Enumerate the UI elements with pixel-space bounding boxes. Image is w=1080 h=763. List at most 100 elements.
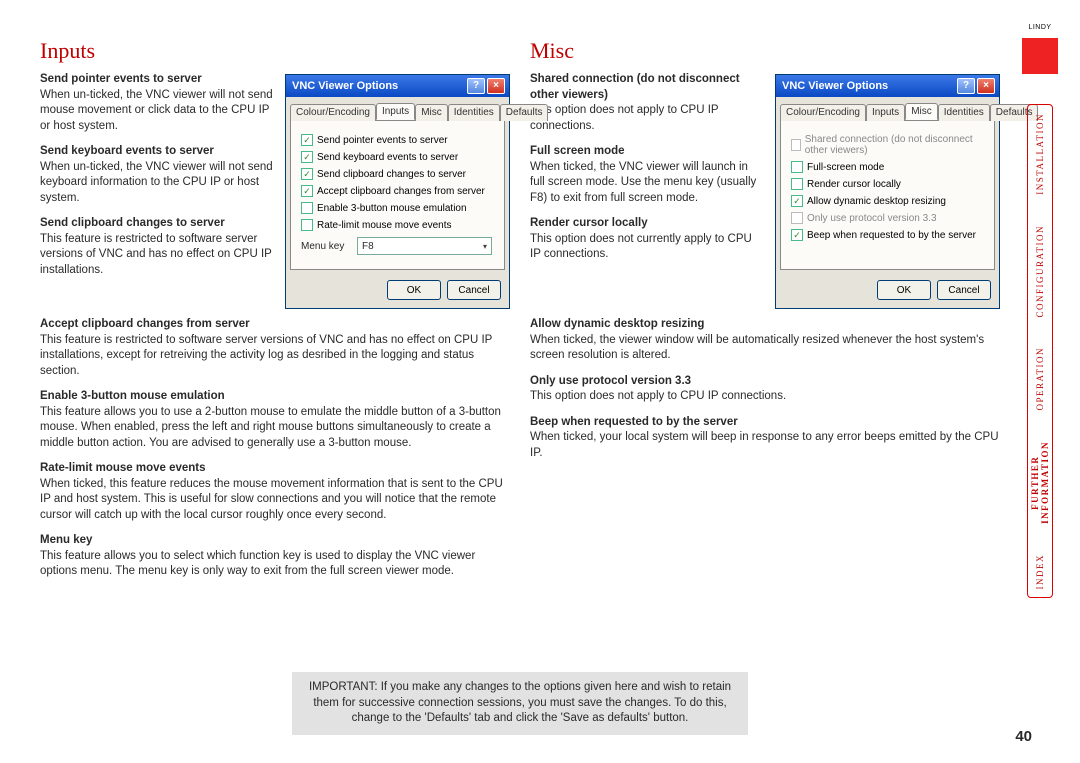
close-icon[interactable]: × bbox=[977, 78, 995, 94]
paragraph: Beep when requested to by the serverWhen… bbox=[530, 415, 1000, 462]
tab-defaults[interactable]: Defaults bbox=[500, 104, 549, 121]
checkbox-icon bbox=[791, 139, 801, 151]
para-body: This feature allows you to select which … bbox=[40, 550, 475, 578]
para-heading: Only use protocol version 3.3 bbox=[530, 374, 1000, 390]
para-body: This feature allows you to use a 2-butto… bbox=[40, 406, 501, 449]
paragraph: Accept clipboard changes from serverThis… bbox=[40, 317, 510, 379]
para-heading: Send keyboard events to server bbox=[40, 144, 275, 160]
paragraph: Shared connection (do not disconnect oth… bbox=[530, 72, 765, 134]
para-heading: Rate-limit mouse move events bbox=[40, 461, 510, 477]
para-heading: Shared connection (do not disconnect oth… bbox=[530, 72, 765, 103]
paragraph: Full screen modeWhen ticked, the VNC vie… bbox=[530, 144, 765, 206]
checkbox-label: Full-screen mode bbox=[807, 162, 884, 173]
checkbox-row[interactable]: ✓ Allow dynamic desktop resizing bbox=[791, 195, 986, 207]
help-icon[interactable]: ? bbox=[467, 78, 485, 94]
para-body: When un-ticked, the VNC viewer will not … bbox=[40, 161, 273, 204]
checkbox-row[interactable]: ✓ Send clipboard changes to server bbox=[301, 168, 496, 180]
checkbox-row[interactable]: ✓ Send keyboard events to server bbox=[301, 151, 496, 163]
tab-misc[interactable]: Misc bbox=[415, 104, 448, 121]
sidebar-item-further[interactable]: FURTHER INFORMATION bbox=[1030, 441, 1050, 524]
para-body: This feature is restricted to software s… bbox=[40, 334, 492, 377]
para-body: This option does not apply to CPU IP con… bbox=[530, 104, 718, 132]
tab-identities[interactable]: Identities bbox=[448, 104, 500, 121]
paragraph: Send clipboard changes to serverThis fea… bbox=[40, 216, 275, 278]
checkbox-icon bbox=[301, 219, 313, 231]
sidebar-item-index[interactable]: INDEX bbox=[1035, 554, 1045, 590]
tab-colourencoding[interactable]: Colour/Encoding bbox=[780, 104, 866, 121]
help-icon[interactable]: ? bbox=[957, 78, 975, 94]
checkbox-row[interactable]: ✓Beep when requested to by the server bbox=[791, 229, 986, 241]
sidebar-item-operation[interactable]: OPERATION bbox=[1035, 347, 1045, 411]
checkbox-label: Allow dynamic desktop resizing bbox=[807, 196, 946, 207]
checkbox-icon: ✓ bbox=[301, 151, 313, 163]
close-icon[interactable]: × bbox=[487, 78, 505, 94]
misc-bottom-text: Allow dynamic desktop resizingWhen ticke… bbox=[530, 309, 1000, 471]
paragraph: Send pointer events to serverWhen un-tic… bbox=[40, 72, 275, 134]
cancel-button[interactable]: Cancel bbox=[937, 280, 991, 300]
checkbox-icon: ✓ bbox=[791, 195, 803, 207]
checkbox-label: Send clipboard changes to server bbox=[317, 169, 466, 180]
para-heading: Send pointer events to server bbox=[40, 72, 275, 88]
page-number: 40 bbox=[1015, 728, 1032, 745]
checkbox-row[interactable]: ✓Accept clipboard changes from server bbox=[301, 185, 496, 197]
checkbox-row[interactable]: ✓Send pointer events to server bbox=[301, 134, 496, 146]
tab-inputs[interactable]: Inputs bbox=[866, 104, 905, 121]
cancel-button[interactable]: Cancel bbox=[447, 280, 501, 300]
inputs-bottom-text: Accept clipboard changes from serverThis… bbox=[40, 309, 510, 590]
tab-misc[interactable]: Misc bbox=[905, 103, 938, 120]
para-heading: Menu key bbox=[40, 533, 510, 549]
brand-text: LINDY bbox=[1028, 24, 1051, 31]
para-heading: Full screen mode bbox=[530, 144, 765, 160]
ok-button[interactable]: OK bbox=[387, 280, 441, 300]
dialog-misc-tabs: Colour/EncodingInputsMiscIdentitiesDefau… bbox=[776, 97, 999, 120]
checkbox-icon bbox=[791, 212, 803, 224]
para-heading: Beep when requested to by the server bbox=[530, 415, 1000, 431]
para-body: When ticked, the viewer window will be a… bbox=[530, 334, 984, 362]
checkbox-icon: ✓ bbox=[301, 168, 313, 180]
checkbox-icon bbox=[791, 161, 803, 173]
sidebar-item-configuration[interactable]: CONFIGURATION bbox=[1035, 225, 1045, 318]
tab-colourencoding[interactable]: Colour/Encoding bbox=[290, 104, 376, 121]
checkbox-label: Shared connection (do not disconnect oth… bbox=[805, 134, 986, 156]
tab-inputs[interactable]: Inputs bbox=[376, 103, 415, 120]
checkbox-row: Shared connection (do not disconnect oth… bbox=[791, 134, 986, 156]
checkbox-label: Send pointer events to server bbox=[317, 135, 448, 146]
menu-key-label: Menu key bbox=[301, 241, 351, 252]
checkbox-icon: ✓ bbox=[791, 229, 803, 241]
chevron-down-icon: ▾ bbox=[483, 242, 487, 251]
para-heading: Enable 3-button mouse emulation bbox=[40, 389, 510, 405]
ok-button[interactable]: OK bbox=[877, 280, 931, 300]
dialog-misc-body: Shared connection (do not disconnect oth… bbox=[780, 120, 995, 270]
checkbox-row[interactable]: Full-screen mode bbox=[791, 161, 986, 173]
dialog-misc-title: VNC Viewer Options bbox=[782, 80, 955, 92]
checkbox-label: Enable 3-button mouse emulation bbox=[317, 203, 467, 214]
para-body: This option does not apply to CPU IP con… bbox=[530, 390, 786, 402]
paragraph: Render cursor locallyThis option does no… bbox=[530, 216, 765, 263]
dialog-inputs-tabs: Colour/EncodingInputsMiscIdentitiesDefau… bbox=[286, 97, 509, 120]
checkbox-label: Send keyboard events to server bbox=[317, 152, 458, 163]
para-heading: Allow dynamic desktop resizing bbox=[530, 317, 1000, 333]
menu-key-select[interactable]: F8 ▾ bbox=[357, 237, 492, 255]
checkbox-row[interactable]: Enable 3-button mouse emulation bbox=[301, 202, 496, 214]
paragraph: Send keyboard events to serverWhen un-ti… bbox=[40, 144, 275, 206]
para-body: When ticked, your local system will beep… bbox=[530, 431, 999, 459]
paragraph: Only use protocol version 3.3This option… bbox=[530, 374, 1000, 405]
inputs-top-text: Send pointer events to serverWhen un-tic… bbox=[40, 72, 275, 288]
checkbox-icon bbox=[301, 202, 313, 214]
dialog-inputs-body: ✓Send pointer events to server✓Send keyb… bbox=[290, 120, 505, 270]
dialog-inputs-title: VNC Viewer Options bbox=[292, 80, 465, 92]
paragraph: Enable 3-button mouse emulationThis feat… bbox=[40, 389, 510, 451]
para-heading: Accept clipboard changes from server bbox=[40, 317, 510, 333]
checkbox-label: Rate-limit mouse move events bbox=[317, 220, 452, 231]
menu-key-value: F8 bbox=[362, 241, 374, 252]
para-heading: Render cursor locally bbox=[530, 216, 765, 232]
para-body: When un-ticked, the VNC viewer will not … bbox=[40, 89, 273, 132]
tab-identities[interactable]: Identities bbox=[938, 104, 990, 121]
para-body: When ticked, the VNC viewer will launch … bbox=[530, 161, 756, 204]
sidebar-item-installation[interactable]: INSTALLATION bbox=[1035, 113, 1045, 195]
para-body: When ticked, this feature reduces the mo… bbox=[40, 478, 503, 521]
col-misc: Misc Shared connection (do not disconnec… bbox=[530, 38, 1000, 590]
checkbox-row[interactable]: Render cursor locally bbox=[791, 178, 986, 190]
checkbox-row[interactable]: Rate-limit mouse move events bbox=[301, 219, 496, 231]
brand-logo: LINDY bbox=[1022, 38, 1058, 74]
